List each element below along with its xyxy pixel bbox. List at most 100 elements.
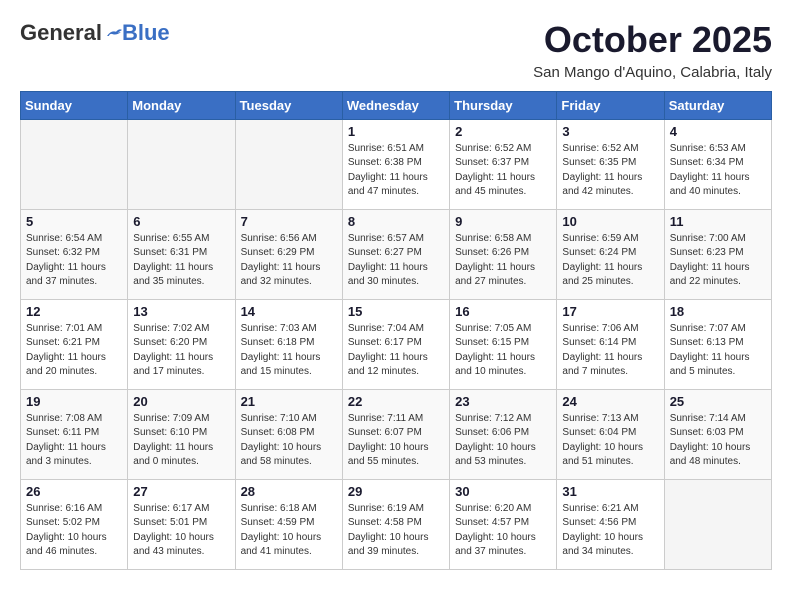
day-number: 15 [348,304,444,319]
day-number: 5 [26,214,122,229]
month-title: October 2025 [533,20,772,60]
calendar-header-row: SundayMondayTuesdayWednesdayThursdayFrid… [21,91,772,119]
calendar-cell: 24 Sunrise: 7:13 AM Sunset: 6:04 PM Dayli… [557,389,664,479]
calendar-cell: 4 Sunrise: 6:53 AM Sunset: 6:34 PM Daylig… [664,119,771,209]
day-info: Sunrise: 6:55 AM Sunset: 6:31 PM Dayligh… [133,232,229,290]
calendar-cell: 10 Sunrise: 6:59 AM Sunset: 6:24 PM Dayli… [557,209,664,299]
day-info: Sunrise: 6:21 AM Sunset: 4:56 PM Dayligh… [562,502,658,560]
logo-blue-text: Blue [122,20,170,46]
day-info: Sunrise: 6:57 AM Sunset: 6:27 PM Dayligh… [348,232,444,290]
day-info: Sunrise: 7:12 AM Sunset: 6:06 PM Dayligh… [455,412,551,470]
calendar-cell [235,119,342,209]
day-info: Sunrise: 7:11 AM Sunset: 6:07 PM Dayligh… [348,412,444,470]
day-number: 12 [26,304,122,319]
calendar-cell: 12 Sunrise: 7:01 AM Sunset: 6:21 PM Dayli… [21,299,128,389]
logo-bird-icon [104,24,122,42]
calendar-cell [664,479,771,569]
day-number: 10 [562,214,658,229]
calendar-cell: 3 Sunrise: 6:52 AM Sunset: 6:35 PM Daylig… [557,119,664,209]
day-number: 27 [133,484,229,499]
calendar-cell: 30Sunrise: 6:20 AM Sunset: 4:57 PM Dayli… [450,479,557,569]
calendar-cell: 20 Sunrise: 7:09 AM Sunset: 6:10 PM Dayli… [128,389,235,479]
weekday-header-thursday: Thursday [450,91,557,119]
calendar-cell: 16 Sunrise: 7:05 AM Sunset: 6:15 PM Dayli… [450,299,557,389]
calendar-cell: 15Sunrise: 7:04 AM Sunset: 6:17 PM Dayli… [342,299,449,389]
day-number: 29 [348,484,444,499]
calendar-cell: 14Sunrise: 7:03 AM Sunset: 6:18 PM Dayli… [235,299,342,389]
day-number: 14 [241,304,337,319]
day-info: Sunrise: 7:14 AM Sunset: 6:03 PM Dayligh… [670,412,766,470]
calendar-cell: 13 Sunrise: 7:02 AM Sunset: 6:20 PM Dayli… [128,299,235,389]
title-section: October 2025 San Mango d'Aquino, Calabri… [533,20,772,81]
day-info: Sunrise: 6:52 AM Sunset: 6:37 PM Dayligh… [455,142,551,200]
day-number: 2 [455,124,551,139]
day-number: 16 [455,304,551,319]
day-number: 11 [670,214,766,229]
page-header: General Blue October 2025 San Mango d'Aq… [20,20,772,81]
calendar-week-row: 19 Sunrise: 7:08 AM Sunset: 6:11 PM Dayli… [21,389,772,479]
day-info: Sunrise: 7:07 AM Sunset: 6:13 PM Dayligh… [670,322,766,380]
day-info: Sunrise: 7:13 AM Sunset: 6:04 PM Dayligh… [562,412,658,470]
calendar-cell: 8 Sunrise: 6:57 AM Sunset: 6:27 PM Daylig… [342,209,449,299]
day-number: 28 [241,484,337,499]
calendar-cell: 11 Sunrise: 7:00 AM Sunset: 6:23 PM Dayli… [664,209,771,299]
calendar-cell: 22 Sunrise: 7:11 AM Sunset: 6:07 PM Dayli… [342,389,449,479]
day-number: 8 [348,214,444,229]
calendar-cell: 19 Sunrise: 7:08 AM Sunset: 6:11 PM Dayli… [21,389,128,479]
calendar-cell [21,119,128,209]
day-number: 1 [348,124,444,139]
calendar-cell: 25 Sunrise: 7:14 AM Sunset: 6:03 PM Dayli… [664,389,771,479]
day-number: 6 [133,214,229,229]
calendar-week-row: 1 Sunrise: 6:51 AM Sunset: 6:38 PM Daylig… [21,119,772,209]
day-number: 21 [241,394,337,409]
weekday-header-sunday: Sunday [21,91,128,119]
day-info: Sunrise: 6:52 AM Sunset: 6:35 PM Dayligh… [562,142,658,200]
weekday-header-tuesday: Tuesday [235,91,342,119]
calendar-cell: 5 Sunrise: 6:54 AM Sunset: 6:32 PM Daylig… [21,209,128,299]
day-number: 13 [133,304,229,319]
calendar-table: SundayMondayTuesdayWednesdayThursdayFrid… [20,91,772,570]
day-info: Sunrise: 7:05 AM Sunset: 6:15 PM Dayligh… [455,322,551,380]
calendar-cell: 27 Sunrise: 6:17 AM Sunset: 5:01 PM Dayli… [128,479,235,569]
day-number: 25 [670,394,766,409]
day-number: 31 [562,484,658,499]
day-info: Sunrise: 6:53 AM Sunset: 6:34 PM Dayligh… [670,142,766,200]
weekday-header-saturday: Saturday [664,91,771,119]
calendar-cell: 28Sunrise: 6:18 AM Sunset: 4:59 PM Dayli… [235,479,342,569]
calendar-cell: 18Sunrise: 7:07 AM Sunset: 6:13 PM Dayli… [664,299,771,389]
day-info: Sunrise: 6:56 AM Sunset: 6:29 PM Dayligh… [241,232,337,290]
calendar-cell: 21 Sunrise: 7:10 AM Sunset: 6:08 PM Dayli… [235,389,342,479]
calendar-week-row: 12 Sunrise: 7:01 AM Sunset: 6:21 PM Dayli… [21,299,772,389]
calendar-cell: 29Sunrise: 6:19 AM Sunset: 4:58 PM Dayli… [342,479,449,569]
day-info: Sunrise: 7:00 AM Sunset: 6:23 PM Dayligh… [670,232,766,290]
calendar-cell: 6 Sunrise: 6:55 AM Sunset: 6:31 PM Daylig… [128,209,235,299]
weekday-header-wednesday: Wednesday [342,91,449,119]
day-info: Sunrise: 6:51 AM Sunset: 6:38 PM Dayligh… [348,142,444,200]
day-number: 20 [133,394,229,409]
day-info: Sunrise: 7:06 AM Sunset: 6:14 PM Dayligh… [562,322,658,380]
calendar-cell: 7Sunrise: 6:56 AM Sunset: 6:29 PM Daylig… [235,209,342,299]
calendar-cell: 9Sunrise: 6:58 AM Sunset: 6:26 PM Daylig… [450,209,557,299]
location-text: San Mango d'Aquino, Calabria, Italy [533,64,772,81]
day-info: Sunrise: 7:09 AM Sunset: 6:10 PM Dayligh… [133,412,229,470]
day-info: Sunrise: 6:59 AM Sunset: 6:24 PM Dayligh… [562,232,658,290]
calendar-cell: 31 Sunrise: 6:21 AM Sunset: 4:56 PM Dayli… [557,479,664,569]
weekday-header-monday: Monday [128,91,235,119]
day-number: 4 [670,124,766,139]
day-number: 3 [562,124,658,139]
day-info: Sunrise: 6:54 AM Sunset: 6:32 PM Dayligh… [26,232,122,290]
day-info: Sunrise: 7:02 AM Sunset: 6:20 PM Dayligh… [133,322,229,380]
day-number: 17 [562,304,658,319]
day-info: Sunrise: 6:58 AM Sunset: 6:26 PM Dayligh… [455,232,551,290]
day-number: 22 [348,394,444,409]
day-info: Sunrise: 6:16 AM Sunset: 5:02 PM Dayligh… [26,502,122,560]
day-info: Sunrise: 6:17 AM Sunset: 5:01 PM Dayligh… [133,502,229,560]
logo-general-text: General [20,20,102,46]
day-info: Sunrise: 7:08 AM Sunset: 6:11 PM Dayligh… [26,412,122,470]
day-number: 19 [26,394,122,409]
day-info: Sunrise: 7:01 AM Sunset: 6:21 PM Dayligh… [26,322,122,380]
day-number: 24 [562,394,658,409]
calendar-week-row: 26Sunrise: 6:16 AM Sunset: 5:02 PM Dayli… [21,479,772,569]
logo: General Blue [20,20,170,46]
day-info: Sunrise: 7:10 AM Sunset: 6:08 PM Dayligh… [241,412,337,470]
